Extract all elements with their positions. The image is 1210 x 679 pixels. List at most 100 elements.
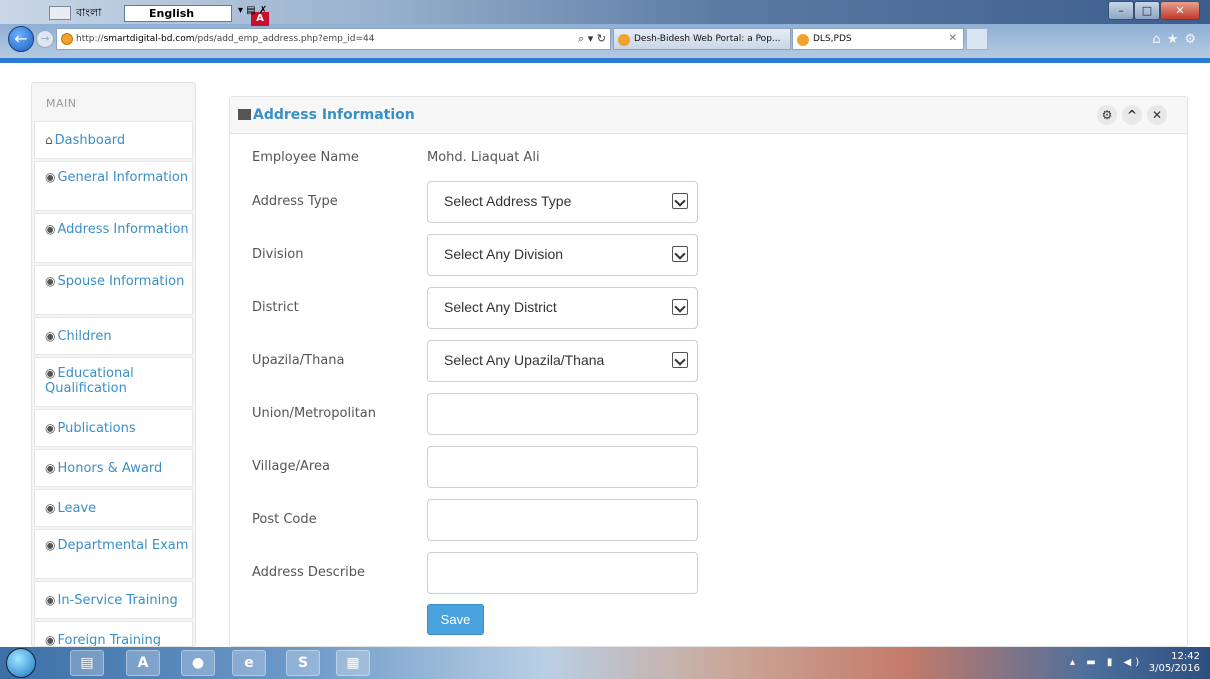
tab-favicon-icon xyxy=(797,34,809,46)
union-label: Union/Metropolitan xyxy=(252,406,376,421)
describe-input[interactable] xyxy=(427,552,698,594)
toolbar-icons: ⌂★⚙ xyxy=(1152,32,1202,47)
sidebar-item-spouse-information[interactable]: ◉ Spouse Information xyxy=(34,265,193,315)
union-row: Union/Metropolitan xyxy=(230,393,1189,435)
district-row: District Select Any District xyxy=(230,287,1189,329)
picture-icon xyxy=(238,109,251,120)
sidebar-item-label: Dashboard xyxy=(54,133,126,148)
division-select[interactable]: Select Any Division xyxy=(427,234,698,276)
home-icon: ⌂ xyxy=(45,133,53,147)
sidebar-item-foreign-training[interactable]: ◉ Foreign Training xyxy=(34,621,193,646)
sidebar-item-label: Leave xyxy=(57,501,97,516)
sidebar-item-label: Educational Qualification xyxy=(45,366,134,396)
tab-close-icon[interactable]: ✕ xyxy=(949,33,957,44)
close-icon[interactable]: ✕ xyxy=(1147,105,1167,125)
firefox-icon[interactable]: ● xyxy=(181,650,215,676)
clock[interactable]: 12:42 3/05/2016 xyxy=(1149,651,1200,675)
system-tray: ▴ ▬ ▮ ◀) 12:42 3/05/2016 xyxy=(1070,651,1200,675)
page-header-strip xyxy=(0,58,1210,63)
clock-time: 12:42 xyxy=(1171,651,1200,662)
gear-icon[interactable]: ⚙ xyxy=(1097,105,1117,125)
maximize-button[interactable]: □ xyxy=(1134,1,1160,20)
chevron-up-icon[interactable]: ^ xyxy=(1122,105,1142,125)
minimize-button[interactable]: – xyxy=(1108,1,1134,20)
close-window-button[interactable]: ✕ xyxy=(1160,1,1200,20)
language-label: English xyxy=(149,7,195,20)
save-button[interactable]: Save xyxy=(427,604,484,635)
postcode-row: Post Code xyxy=(230,499,1189,541)
sidebar-item-label: Departmental Exam xyxy=(57,538,189,553)
upazila-selected: Select Any Upazila/Thana xyxy=(444,352,605,368)
village-input[interactable] xyxy=(427,446,698,488)
language-selector[interactable]: A English xyxy=(124,5,269,26)
skype-icon[interactable]: S xyxy=(286,650,320,676)
back-button[interactable]: ← xyxy=(8,26,34,52)
eye-icon: ◉ xyxy=(45,593,56,607)
postcode-input[interactable] xyxy=(427,499,698,541)
district-label: District xyxy=(252,300,299,315)
sidebar-item-publications[interactable]: ◉ Publications xyxy=(34,409,193,447)
employee-name-value: Mohd. Liaquat Ali xyxy=(427,150,540,165)
describe-row: Address Describe xyxy=(230,552,1189,594)
eye-icon: ◉ xyxy=(45,274,56,288)
sidebar-item-general-information[interactable]: ◉ General Information xyxy=(34,161,193,211)
upazila-select[interactable]: Select Any Upazila/Thana xyxy=(427,340,698,382)
sidebar-item-label: Publications xyxy=(57,421,136,436)
chevron-down-icon xyxy=(672,299,688,315)
keyboard-icon[interactable] xyxy=(49,6,71,20)
address-bar[interactable]: http://smartdigital-bd.com/pds/add_emp_a… xyxy=(56,28,611,50)
site-favicon-icon xyxy=(61,33,73,45)
calculator-icon[interactable]: ▦ xyxy=(336,650,370,676)
sidebar-item-educational-qualification[interactable]: ◉ Educational Qualification xyxy=(34,357,193,407)
navigation-row: ← → http://smartdigital-bd.com/pds/add_e… xyxy=(0,24,1210,56)
sidebar-item-honors-award[interactable]: ◉ Honors & Award xyxy=(34,449,193,487)
sidebar-item-children[interactable]: ◉ Children xyxy=(34,317,193,355)
eye-icon: ◉ xyxy=(45,222,56,236)
tab-dls-pds[interactable]: DLS,PDS ✕ xyxy=(792,28,964,50)
address-type-selected: Select Address Type xyxy=(444,193,572,209)
division-label: Division xyxy=(252,247,304,262)
postcode-label: Post Code xyxy=(252,512,317,527)
tray-icons[interactable]: ▴ ▬ ▮ ◀) xyxy=(1070,657,1140,668)
clock-date: 3/05/2016 xyxy=(1148,663,1200,674)
address-type-select[interactable]: Select Address Type xyxy=(427,181,698,223)
eye-icon: ◉ xyxy=(45,329,56,343)
file-explorer-icon[interactable]: ▤ xyxy=(70,650,104,676)
upazila-label: Upazila/Thana xyxy=(252,353,345,368)
sidebar-heading: MAIN xyxy=(46,97,77,110)
sidebar-item-leave[interactable]: ◉ Leave xyxy=(34,489,193,527)
union-input[interactable] xyxy=(427,393,698,435)
bengali-language-label[interactable]: বাংলা xyxy=(76,4,101,21)
tab-label: Desh-Bidesh Web Portal: a Pop... xyxy=(634,34,781,44)
eye-icon: ◉ xyxy=(45,421,56,435)
tools-gear-icon[interactable]: ⚙ xyxy=(1184,32,1202,47)
describe-label: Address Describe xyxy=(252,565,366,580)
home-icon[interactable]: ⌂ xyxy=(1152,32,1166,47)
start-button[interactable] xyxy=(6,648,36,678)
address-information-panel: Address Information ⚙ ^ ✕ Employee Name … xyxy=(229,96,1188,647)
tab-label: DLS,PDS xyxy=(813,34,852,44)
sidebar-item-address-information[interactable]: ◉ Address Information xyxy=(34,213,193,263)
language-bar: বাংলা A English ▾ ▤ ✗ – □ ✕ xyxy=(0,0,1210,26)
language-options-dropdown[interactable]: ▾ ▤ ✗ xyxy=(238,5,284,21)
sidebar-item-departmental-exam[interactable]: ◉ Departmental Exam xyxy=(34,529,193,579)
tab-desh-bidesh[interactable]: Desh-Bidesh Web Portal: a Pop... xyxy=(613,28,791,50)
eye-icon: ◉ xyxy=(45,366,56,380)
internet-explorer-icon[interactable]: e xyxy=(232,650,266,676)
url-path: /pds/add_emp_address.php?emp_id=44 xyxy=(194,34,375,44)
sidebar-item-in-service-training[interactable]: ◉ In-Service Training xyxy=(34,581,193,619)
search-refresh-icon[interactable]: ⌕ ▾ ↻ xyxy=(578,32,606,46)
district-select[interactable]: Select Any District xyxy=(427,287,698,329)
pdf-reader-icon[interactable]: A xyxy=(126,650,160,676)
new-tab-button[interactable] xyxy=(966,28,988,50)
forward-button[interactable]: → xyxy=(36,30,54,48)
chevron-down-icon xyxy=(672,246,688,262)
district-selected: Select Any District xyxy=(444,299,557,315)
chevron-down-icon xyxy=(672,352,688,368)
sidebar-item-dashboard[interactable]: ⌂ Dashboard xyxy=(34,121,193,159)
favorites-star-icon[interactable]: ★ xyxy=(1167,32,1185,47)
eye-icon: ◉ xyxy=(45,538,56,552)
sidebar-item-label: Address Information xyxy=(57,222,189,237)
employee-name-label: Employee Name xyxy=(252,150,359,165)
eye-icon: ◉ xyxy=(45,461,56,475)
